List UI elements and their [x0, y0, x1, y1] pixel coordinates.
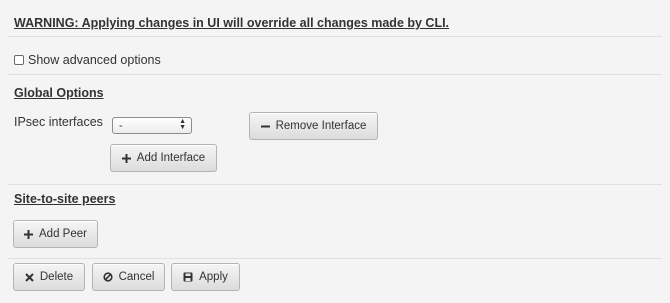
plus-icon: [24, 229, 34, 239]
show-advanced-toggle[interactable]: Show advanced options: [14, 53, 161, 67]
apply-label: Apply: [199, 271, 228, 283]
add-interface-button[interactable]: Add Interface: [110, 144, 217, 172]
cancel-button[interactable]: Cancel: [92, 263, 165, 291]
remove-interface-button[interactable]: Remove Interface: [249, 112, 378, 140]
close-icon: [25, 272, 34, 282]
ipsec-interfaces-value: -: [119, 119, 123, 132]
remove-interface-label: Remove Interface: [275, 120, 367, 132]
delete-button[interactable]: Delete: [13, 263, 85, 291]
vpn-config-panel: WARNING: Applying changes in UI will ove…: [4, 2, 666, 300]
divider: [8, 184, 662, 185]
global-options-title: Global Options: [14, 86, 104, 100]
divider: [8, 74, 662, 75]
add-peer-button[interactable]: Add Peer: [13, 220, 98, 248]
ipsec-interfaces-select[interactable]: - ▲ ▼: [112, 117, 192, 134]
delete-label: Delete: [39, 271, 74, 283]
plus-icon: [121, 153, 131, 163]
show-advanced-checkbox[interactable]: [14, 55, 24, 65]
ipsec-interfaces-label: IPsec interfaces: [14, 115, 103, 129]
divider: [8, 258, 662, 259]
cancel-label: Cancel: [118, 271, 155, 283]
show-advanced-label: Show advanced options: [28, 53, 161, 67]
add-peer-label: Add Peer: [39, 228, 87, 240]
minus-icon: [260, 122, 270, 131]
divider: [8, 36, 662, 37]
apply-button[interactable]: Apply: [171, 263, 240, 291]
site-to-site-title: Site-to-site peers: [14, 192, 116, 206]
cli-override-warning: WARNING: Applying changes in UI will ove…: [14, 16, 450, 30]
save-icon: [183, 272, 193, 282]
select-arrows-icon: ▲ ▼: [179, 118, 186, 131]
ban-icon: [102, 272, 113, 282]
add-interface-label: Add Interface: [136, 152, 206, 164]
